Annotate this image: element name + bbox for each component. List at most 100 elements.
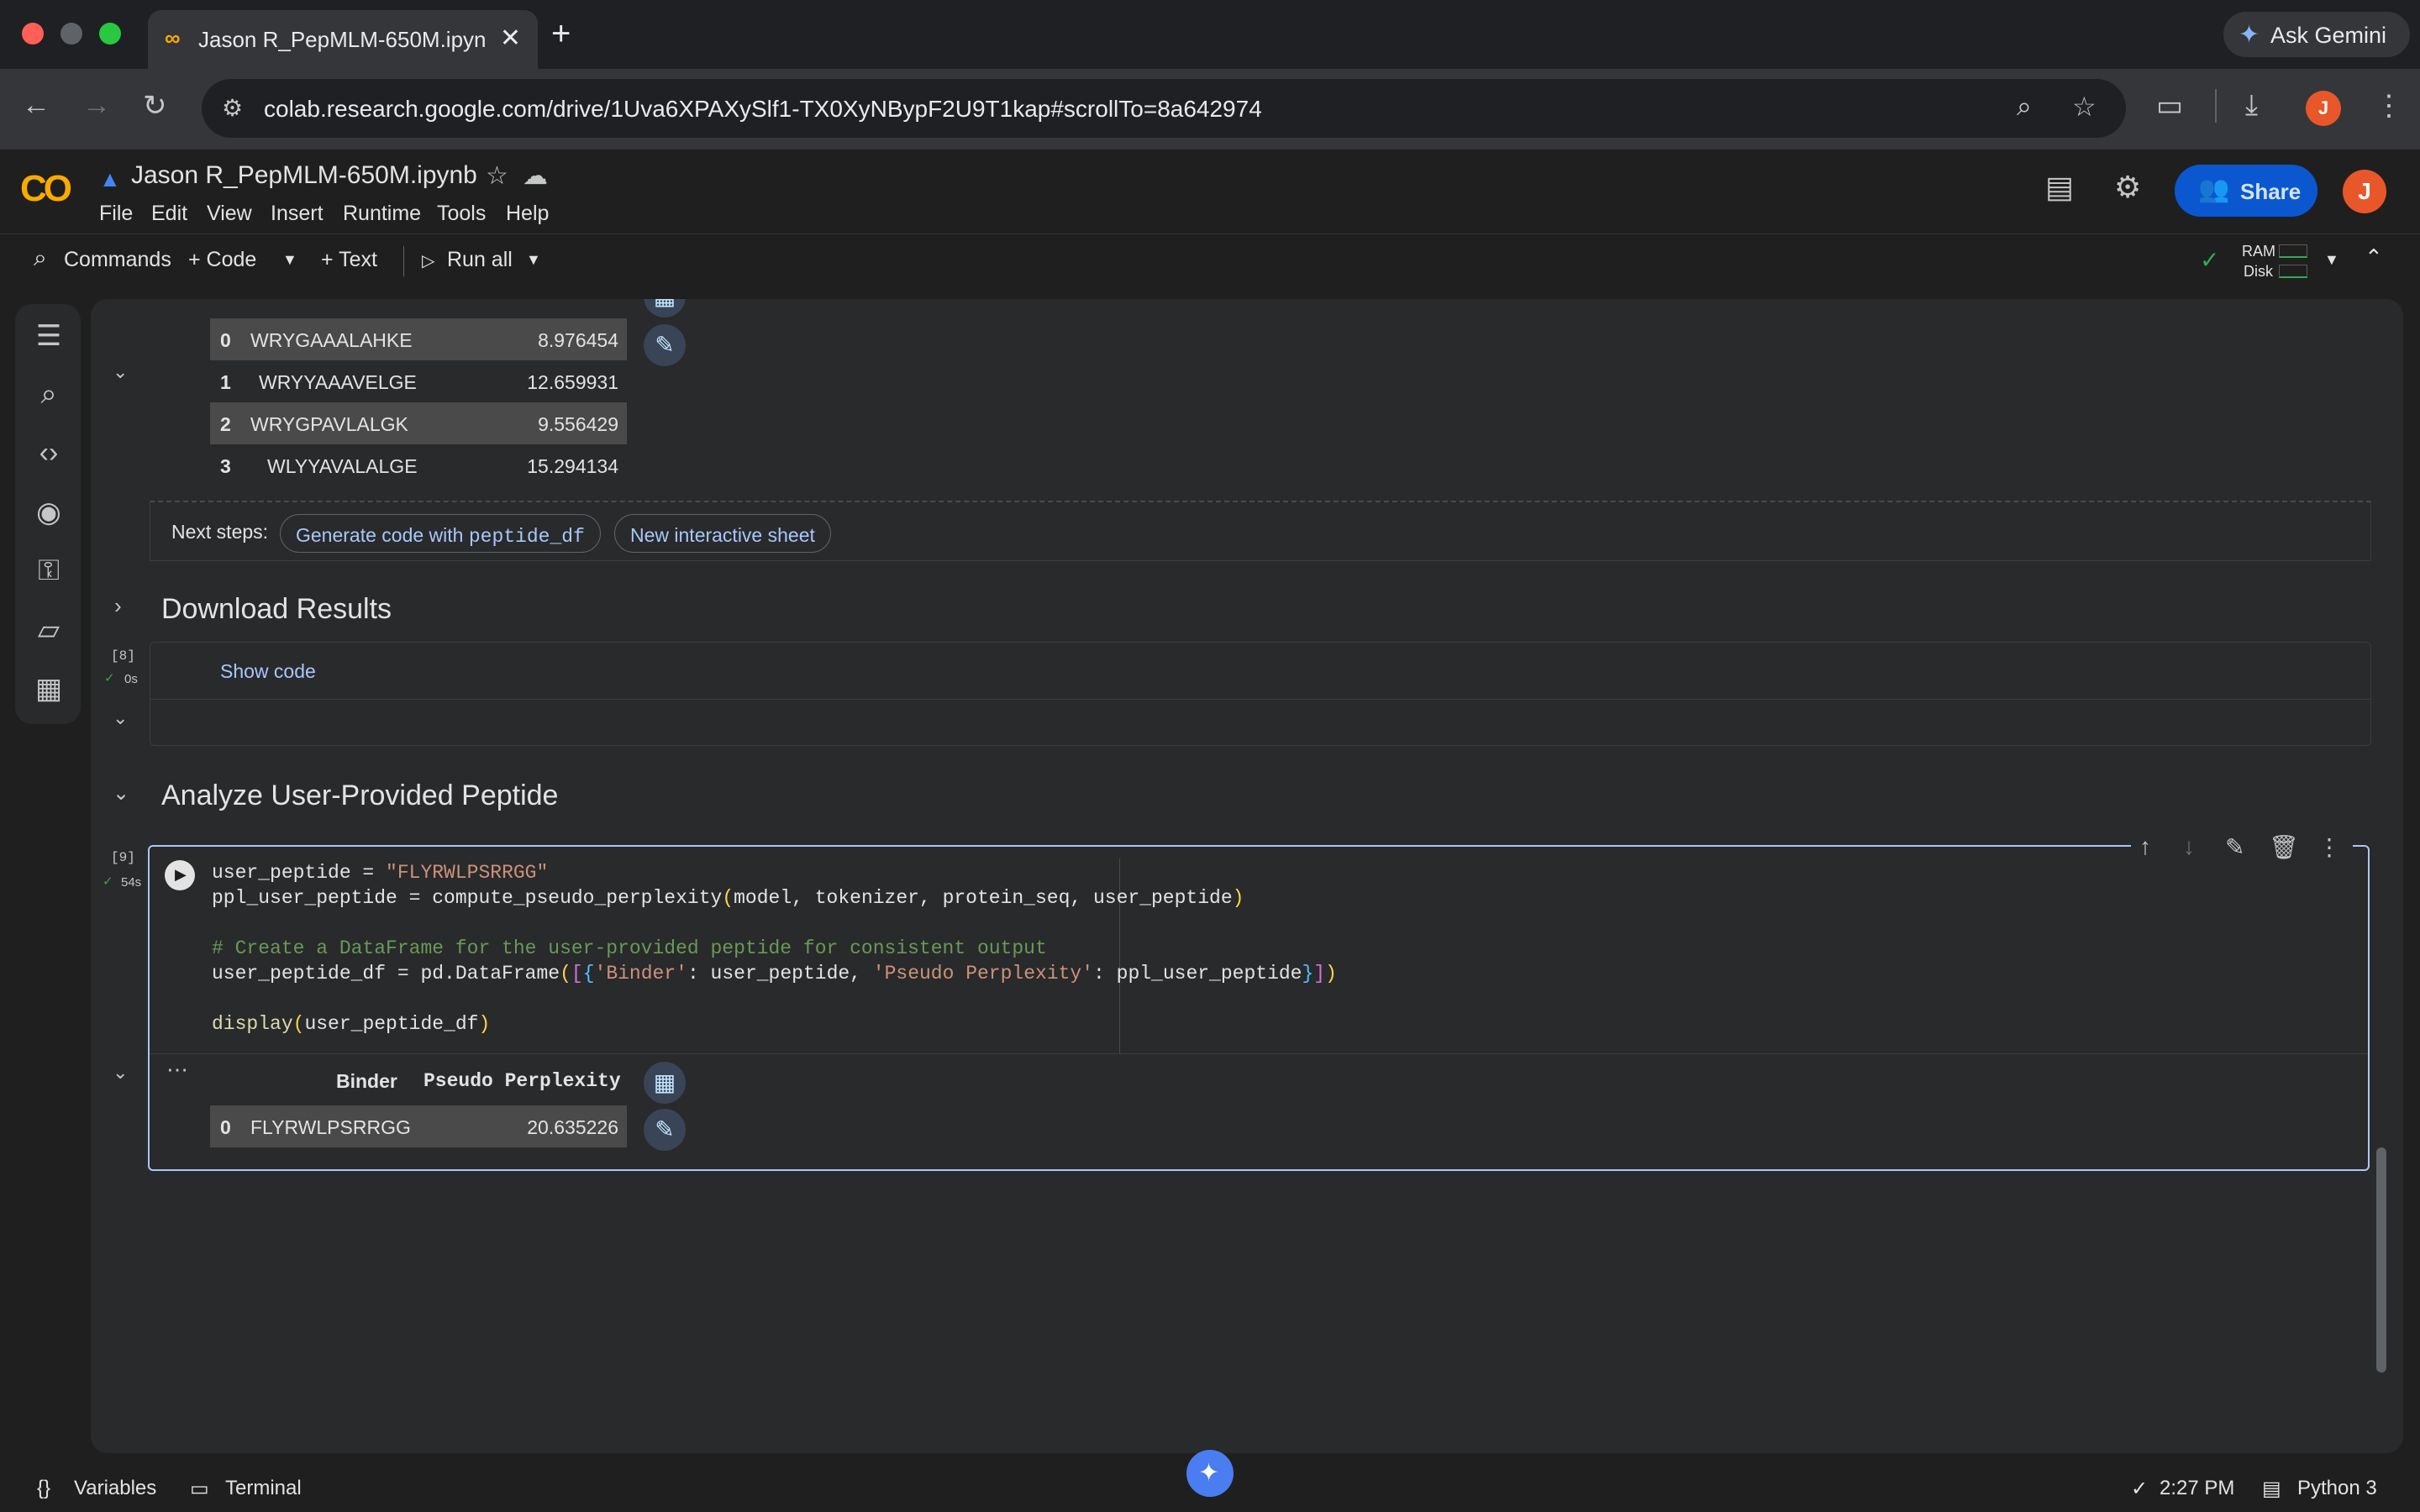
new-interactive-sheet-chip[interactable]: New interactive sheet: [614, 514, 831, 553]
convert-table-icon[interactable]: ▦: [644, 1062, 686, 1104]
cast-icon[interactable]: ▭: [2156, 89, 2183, 123]
code-bracket: ): [1232, 887, 1244, 909]
scrollbar-thumb[interactable]: [2376, 1147, 2386, 1373]
add-code-button[interactable]: + Code: [188, 248, 256, 272]
success-check-icon: ✓: [103, 874, 113, 889]
share-button[interactable]: 👥 Share: [2175, 165, 2317, 217]
browser-nav-bar: ← → ↻ ⚙ colab.research.google.com/drive/…: [0, 69, 2420, 150]
execution-time[interactable]: 2:27 PM: [2160, 1477, 2234, 1500]
notebook-title[interactable]: Jason R_PepMLM-650M.ipynb: [131, 161, 477, 190]
address-bar[interactable]: ⚙ colab.research.google.com/drive/1Uva6X…: [202, 79, 2126, 138]
url-text: colab.research.google.com/drive/1Uva6XPA…: [264, 96, 1262, 122]
code-dropdown-icon[interactable]: ▼: [282, 251, 297, 269]
ask-gemini-label: Ask Gemini: [2270, 23, 2387, 48]
table-row: 0 FLYRWLPSRRGG 20.635226: [210, 1105, 627, 1147]
download-icon[interactable]: ⤓: [2245, 89, 2258, 122]
move-down-icon[interactable]: ↓: [2183, 833, 2195, 860]
collapse-output-icon[interactable]: ⌄: [113, 361, 128, 383]
browser-menu-icon[interactable]: ⋮: [2375, 89, 2403, 123]
bookmark-star-icon[interactable]: ☆: [2072, 91, 2096, 123]
row-index: 1: [220, 371, 231, 393]
collapse-output-icon[interactable]: ⌄: [113, 707, 128, 729]
expand-section-icon[interactable]: ›: [114, 593, 122, 619]
profile-avatar[interactable]: J: [2306, 91, 2341, 126]
forward-arrow-icon[interactable]: →: [82, 89, 111, 122]
perplexity-cell: 15.294134: [527, 455, 618, 477]
menu-file[interactable]: File: [99, 202, 133, 226]
user-avatar[interactable]: J: [2343, 170, 2386, 213]
run-all-dropdown-icon[interactable]: ▼: [526, 251, 541, 269]
suggest-chart-wand-icon[interactable]: ✎: [644, 324, 686, 366]
variable-inspector-icon[interactable]: ◉: [32, 496, 66, 529]
output-actions-icon[interactable]: ⋯: [166, 1057, 188, 1083]
status-check-icon: ✓: [2131, 1478, 2149, 1500]
plus-icon[interactable]: +: [551, 15, 571, 53]
disk-meter: [2279, 265, 2307, 278]
gemini-sparkle-icon: ✦: [1198, 1459, 1220, 1487]
cell-more-icon[interactable]: ⋮: [2317, 833, 2341, 861]
code-bracket: (: [560, 963, 571, 984]
close-tab-icon[interactable]: ✕: [500, 24, 521, 53]
generate-code-chip[interactable]: Generate code with peptide_df: [280, 514, 601, 553]
table-of-contents-icon[interactable]: ☰: [32, 319, 66, 353]
minimize-window-button[interactable]: [60, 23, 82, 45]
colab-logo[interactable]: CO: [20, 168, 72, 210]
commands-button[interactable]: Commands: [64, 248, 171, 272]
terminal-button[interactable]: Terminal: [225, 1477, 302, 1500]
menu-insert[interactable]: Insert: [271, 202, 324, 226]
menu-runtime[interactable]: Runtime: [343, 202, 421, 226]
menu-view[interactable]: View: [207, 202, 252, 226]
code-string: 'Binder': [594, 963, 687, 984]
status-bar: {} Variables ▭ Terminal ✦ ✓ 2:27 PM ▤ Py…: [0, 1450, 2420, 1512]
show-code-link[interactable]: Show code: [220, 660, 316, 683]
search-icon[interactable]: ⌕: [34, 244, 47, 272]
add-text-button[interactable]: + Text: [321, 248, 377, 272]
code-bracket: ]: [1313, 963, 1326, 984]
collapse-output-icon[interactable]: ⌄: [113, 1062, 128, 1084]
ask-gemini-button[interactable]: ✦ Ask Gemini: [2223, 12, 2410, 57]
connected-check-icon: ✓: [2200, 247, 2220, 273]
code-line-4: user_peptide_df = pd.DataFrame([{'Binder…: [212, 963, 1337, 984]
reload-icon[interactable]: ↻: [143, 89, 167, 123]
divider: [150, 1053, 2368, 1054]
find-replace-icon[interactable]: ⌕: [32, 378, 66, 411]
terminal-icon[interactable]: ▭: [190, 1477, 209, 1501]
back-arrow-icon[interactable]: ←: [22, 89, 50, 122]
run-all-button[interactable]: Run all: [447, 248, 513, 272]
variables-button[interactable]: Variables: [74, 1477, 156, 1500]
star-icon[interactable]: ☆: [486, 161, 508, 191]
resources-dropdown-icon[interactable]: ▼: [2324, 251, 2339, 269]
runtime-label[interactable]: Python 3: [2297, 1477, 2377, 1500]
run-cell-button[interactable]: ▶: [165, 860, 195, 890]
edit-wand-icon[interactable]: ✎: [2225, 833, 2244, 861]
code-token: : user_peptide,: [687, 963, 873, 984]
settings-gear-icon[interactable]: ⚙: [2114, 170, 2141, 205]
collapse-section-icon[interactable]: ⌄: [113, 781, 129, 806]
chip-label: Generate code with: [296, 524, 469, 546]
suggest-chart-wand-icon[interactable]: ✎: [644, 1109, 686, 1151]
zoom-icon[interactable]: ⌕: [2017, 91, 2032, 123]
comment-icon[interactable]: ▤: [2045, 170, 2074, 205]
download-code-cell[interactable]: [150, 642, 2371, 746]
browser-tab[interactable]: ∞ Jason R_PepMLM-650M.ipyn ✕: [148, 10, 538, 69]
secrets-key-icon[interactable]: ⚿: [32, 554, 66, 587]
maximize-window-button[interactable]: [99, 23, 121, 45]
gemini-button[interactable]: ✦: [1186, 1450, 1234, 1497]
code-comment: # Create a DataFrame for the user-provid…: [212, 937, 1047, 959]
menu-help[interactable]: Help: [506, 202, 549, 226]
data-table-icon[interactable]: ▦: [32, 672, 66, 706]
move-up-icon[interactable]: ↑: [2139, 833, 2151, 860]
code-bracket: ): [1325, 963, 1337, 984]
collapse-toolbar-icon[interactable]: ⌃: [2365, 244, 2383, 270]
code-token: model, tokenizer, protein_seq, user_pept…: [734, 887, 1233, 909]
variables-icon[interactable]: {}: [37, 1477, 50, 1500]
close-window-button[interactable]: [22, 23, 44, 45]
files-folder-icon[interactable]: ▱: [32, 613, 66, 647]
code-snippets-icon[interactable]: ‹›: [32, 437, 66, 470]
delete-trash-icon[interactable]: 🗑: [2269, 833, 2299, 861]
table-row: 3 WLYYAVALALGE 15.294134: [210, 444, 627, 486]
menu-edit[interactable]: Edit: [151, 202, 187, 226]
play-icon[interactable]: ▷: [422, 250, 434, 271]
site-settings-icon[interactable]: ⚙: [222, 94, 243, 122]
menu-tools[interactable]: Tools: [437, 202, 486, 226]
